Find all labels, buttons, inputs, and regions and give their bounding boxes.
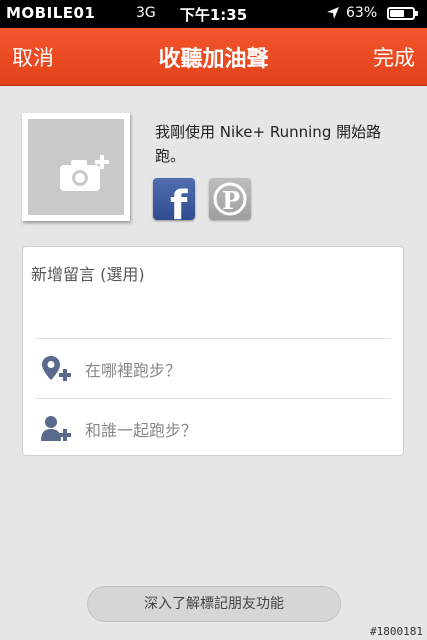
watermark: #1800181 [370, 625, 423, 638]
post-details-card: 新增留言 (選用) 在哪裡跑步？ 和誰一起跑步？ [22, 246, 404, 456]
battery-level-fill [390, 10, 404, 17]
camera-plus-icon [60, 155, 109, 191]
page-title: 收聽加油聲 [158, 47, 269, 72]
pinterest-icon: P [213, 182, 247, 216]
battery-percent: 63% [346, 5, 378, 21]
person-add-icon [41, 416, 71, 441]
comment-input[interactable]: 新增留言 (選用) [31, 261, 145, 285]
location-icon [327, 7, 339, 19]
navigation-bar: 取消 收聽加油聲 完成 [0, 28, 427, 86]
learn-more-button[interactable]: 深入了解標記朋友功能 [87, 586, 341, 622]
photo-placeholder [28, 119, 124, 215]
pinterest-share-button[interactable]: P [209, 178, 251, 220]
facebook-share-button[interactable]: f [153, 178, 195, 220]
location-label: 在哪裡跑步？ [85, 361, 182, 380]
map-pin-add-icon [42, 356, 71, 381]
tag-friends-row[interactable]: 和誰一起跑步？ [23, 399, 403, 457]
battery-nub [415, 11, 418, 16]
done-button[interactable]: 完成 [373, 42, 415, 72]
share-message: 我剛使用 Nike+ Running 開始路跑。 [155, 123, 382, 165]
status-bar: MOBILE01 3G 下午1:35 63% [0, 0, 427, 28]
add-photo-button[interactable] [22, 113, 130, 221]
friends-label: 和誰一起跑步？ [85, 421, 198, 440]
pinterest-glyph: P [222, 186, 240, 215]
facebook-glyph: f [170, 183, 188, 220]
add-location-row[interactable]: 在哪裡跑步？ [23, 339, 403, 397]
battery-icon [387, 7, 418, 20]
facebook-icon: f [170, 183, 188, 220]
